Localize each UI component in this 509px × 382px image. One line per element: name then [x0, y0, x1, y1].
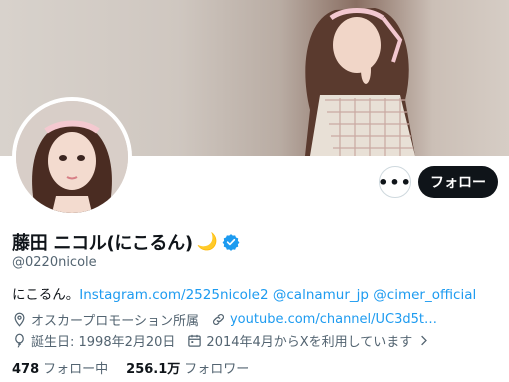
chevron-right-icon[interactable]	[416, 333, 431, 348]
instagram-link[interactable]: Instagram.com/2525nicole2	[79, 287, 268, 303]
avatar-photo	[16, 101, 128, 213]
more-icon: •••	[378, 172, 412, 192]
bio-text: にこるん。	[12, 287, 80, 303]
followers-count: 256.1万	[126, 362, 181, 377]
profile-handle: @0220nicole	[12, 255, 97, 270]
profile-location: オスカープロモーション所属	[31, 314, 199, 329]
following-label: フォロー中	[43, 362, 109, 377]
moon-icon: 🌙	[196, 231, 218, 252]
follow-button[interactable]: フォロー	[418, 166, 498, 198]
followers-label: フォロワー	[184, 362, 250, 377]
follow-button-label: フォロー	[430, 175, 486, 191]
verified-badge-icon[interactable]	[222, 233, 240, 251]
profile-joined-date[interactable]: 2014年4月からXを利用しています	[206, 331, 412, 350]
calendar-icon	[188, 334, 202, 347]
profile-stats: 478 フォロー中 256.1万 フォロワー	[12, 358, 267, 377]
display-name-row: 藤田 ニコル(にこるん) 🌙	[12, 229, 240, 255]
profile-birthday: 誕生日: 1998年2月20日	[31, 335, 176, 350]
profile-meta-row-1: オスカープロモーション所属 youtube.com/channel/UC3d5t…	[12, 310, 437, 329]
display-name: 藤田 ニコル(にこるん)	[12, 233, 193, 254]
following-stat[interactable]: 478 フォロー中	[12, 358, 108, 377]
location-pin-icon	[14, 312, 25, 327]
profile-meta-row-2: 誕生日: 1998年2月20日 2014年4月からXを利用しています	[12, 331, 435, 350]
profile-avatar[interactable]	[12, 97, 132, 217]
following-count: 478	[12, 362, 40, 377]
link-icon	[213, 314, 224, 325]
mention-calnamur-link[interactable]: @calnamur_jp	[273, 287, 369, 303]
banner-photo	[305, 8, 415, 156]
followers-stat[interactable]: 256.1万 フォロワー	[126, 358, 249, 377]
mention-cimer-link[interactable]: @cimer_official	[373, 287, 476, 303]
more-options-button[interactable]: •••	[378, 166, 412, 198]
balloon-icon	[15, 333, 24, 348]
profile-website-link[interactable]: youtube.com/channel/UC3d5t…	[230, 312, 437, 327]
profile-bio: にこるん。Instagram.com/2525nicole2 @calnamur…	[12, 283, 476, 303]
